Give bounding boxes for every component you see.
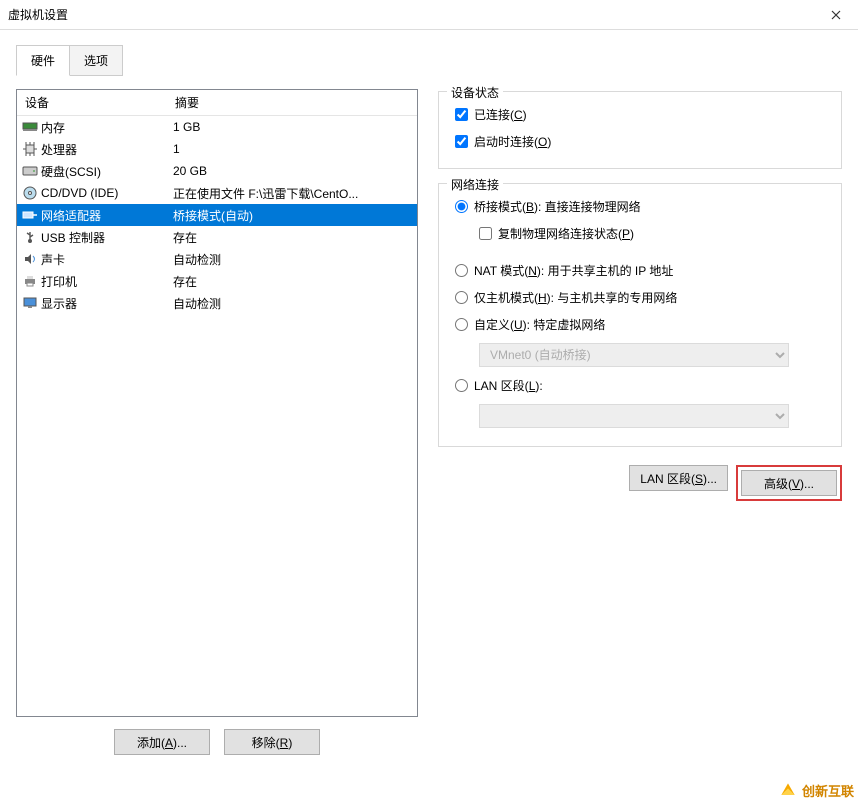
- right-buttons: LAN 区段(S)... 高级(V)...: [438, 465, 842, 501]
- tab-options[interactable]: 选项: [70, 45, 123, 76]
- content-area: 设备 摘要 内存1 GB处理器1硬盘(SCSI)20 GBCD/DVD (IDE…: [0, 75, 858, 765]
- device-name: CD/DVD (IDE): [41, 186, 169, 200]
- close-icon: [831, 10, 841, 20]
- connect-at-poweron-checkbox[interactable]: [455, 135, 468, 148]
- device-name: 内存: [41, 119, 169, 136]
- device-summary: 自动检测: [169, 295, 417, 312]
- lan-segment-select: [479, 404, 789, 428]
- custom-radio[interactable]: [455, 318, 468, 331]
- device-summary: 正在使用文件 F:\迅雷下载\CentO...: [169, 185, 417, 202]
- advanced-button[interactable]: 高级(V)...: [741, 470, 837, 496]
- remove-button[interactable]: 移除(R): [224, 729, 320, 755]
- watermark-logo-icon: [778, 780, 798, 800]
- title-bar: 虚拟机设置: [0, 0, 858, 30]
- left-panel: 设备 摘要 内存1 GB处理器1硬盘(SCSI)20 GBCD/DVD (IDE…: [16, 89, 418, 755]
- device-summary: 1 GB: [169, 120, 417, 134]
- device-summary: 桥接模式(自动): [169, 207, 417, 224]
- replicate-label: 复制物理网络连接状态(P): [498, 225, 634, 242]
- bridged-radio[interactable]: [455, 200, 468, 213]
- right-panel: 设备状态 已连接(C) 启动时连接(O) 网络连接 桥接模式(B): 直接连接物…: [438, 89, 842, 755]
- device-row[interactable]: USB 控制器存在: [17, 226, 417, 248]
- device-row[interactable]: 处理器1: [17, 138, 417, 160]
- tabs: 硬件 选项: [0, 30, 858, 75]
- add-button[interactable]: 添加(A)...: [114, 729, 210, 755]
- connected-label: 已连接(C): [474, 106, 527, 123]
- device-row[interactable]: CD/DVD (IDE)正在使用文件 F:\迅雷下载\CentO...: [17, 182, 417, 204]
- device-row[interactable]: 内存1 GB: [17, 116, 417, 138]
- status-legend: 设备状态: [447, 84, 503, 101]
- device-name: 网络适配器: [41, 207, 169, 224]
- device-list-header: 设备 摘要: [17, 90, 417, 116]
- watermark-text: 创新互联: [802, 781, 854, 800]
- device-row[interactable]: 打印机存在: [17, 270, 417, 292]
- device-summary: 20 GB: [169, 164, 417, 178]
- col-device[interactable]: 设备: [17, 90, 167, 115]
- window-title: 虚拟机设置: [8, 6, 822, 23]
- remove-label: 移除(R): [252, 736, 293, 750]
- cd-icon: [21, 185, 39, 201]
- memory-icon: [21, 119, 39, 135]
- device-name: 显示器: [41, 295, 169, 312]
- network-group: 网络连接 桥接模式(B): 直接连接物理网络 复制物理网络连接状态(P) NAT…: [438, 183, 842, 447]
- close-button[interactable]: [822, 5, 850, 25]
- vmnet-select: VMnet0 (自动桥接): [479, 343, 789, 367]
- connect-at-poweron-label: 启动时连接(O): [474, 133, 551, 150]
- left-buttons: 添加(A)... 移除(R): [16, 717, 418, 755]
- nat-radio[interactable]: [455, 264, 468, 277]
- device-row[interactable]: 硬盘(SCSI)20 GB: [17, 160, 417, 182]
- lan-segment-label: LAN 区段(L):: [474, 377, 543, 394]
- device-name: 硬盘(SCSI): [41, 163, 169, 180]
- device-name: 声卡: [41, 251, 169, 268]
- device-name: 打印机: [41, 273, 169, 290]
- device-name: USB 控制器: [41, 229, 169, 246]
- device-summary: 1: [169, 142, 417, 156]
- device-list: 设备 摘要 内存1 GB处理器1硬盘(SCSI)20 GBCD/DVD (IDE…: [16, 89, 418, 717]
- usb-icon: [21, 229, 39, 245]
- device-name: 处理器: [41, 141, 169, 158]
- display-icon: [21, 295, 39, 311]
- lan-segment-radio[interactable]: [455, 379, 468, 392]
- net-icon: [21, 207, 39, 223]
- watermark: 创新互联: [778, 780, 854, 800]
- printer-icon: [21, 273, 39, 289]
- device-row[interactable]: 显示器自动检测: [17, 292, 417, 314]
- cpu-icon: [21, 141, 39, 157]
- device-row[interactable]: 网络适配器桥接模式(自动): [17, 204, 417, 226]
- sound-icon: [21, 251, 39, 267]
- connected-checkbox[interactable]: [455, 108, 468, 121]
- status-group: 设备状态 已连接(C) 启动时连接(O): [438, 91, 842, 169]
- device-summary: 自动检测: [169, 251, 417, 268]
- col-summary[interactable]: 摘要: [167, 90, 417, 115]
- device-summary: 存在: [169, 229, 417, 246]
- disk-icon: [21, 163, 39, 179]
- add-label: 添加(A)...: [137, 736, 187, 750]
- nat-label: NAT 模式(N): 用于共享主机的 IP 地址: [474, 262, 673, 279]
- network-legend: 网络连接: [447, 176, 503, 193]
- tab-hardware[interactable]: 硬件: [16, 45, 70, 76]
- lan-segments-button[interactable]: LAN 区段(S)...: [629, 465, 728, 491]
- custom-label: 自定义(U): 特定虚拟网络: [474, 316, 605, 333]
- replicate-checkbox[interactable]: [479, 227, 492, 240]
- device-summary: 存在: [169, 273, 417, 290]
- hostonly-radio[interactable]: [455, 291, 468, 304]
- advanced-highlight: 高级(V)...: [736, 465, 842, 501]
- device-row[interactable]: 声卡自动检测: [17, 248, 417, 270]
- bridged-label: 桥接模式(B): 直接连接物理网络: [474, 198, 641, 215]
- hostonly-label: 仅主机模式(H): 与主机共享的专用网络: [474, 289, 677, 306]
